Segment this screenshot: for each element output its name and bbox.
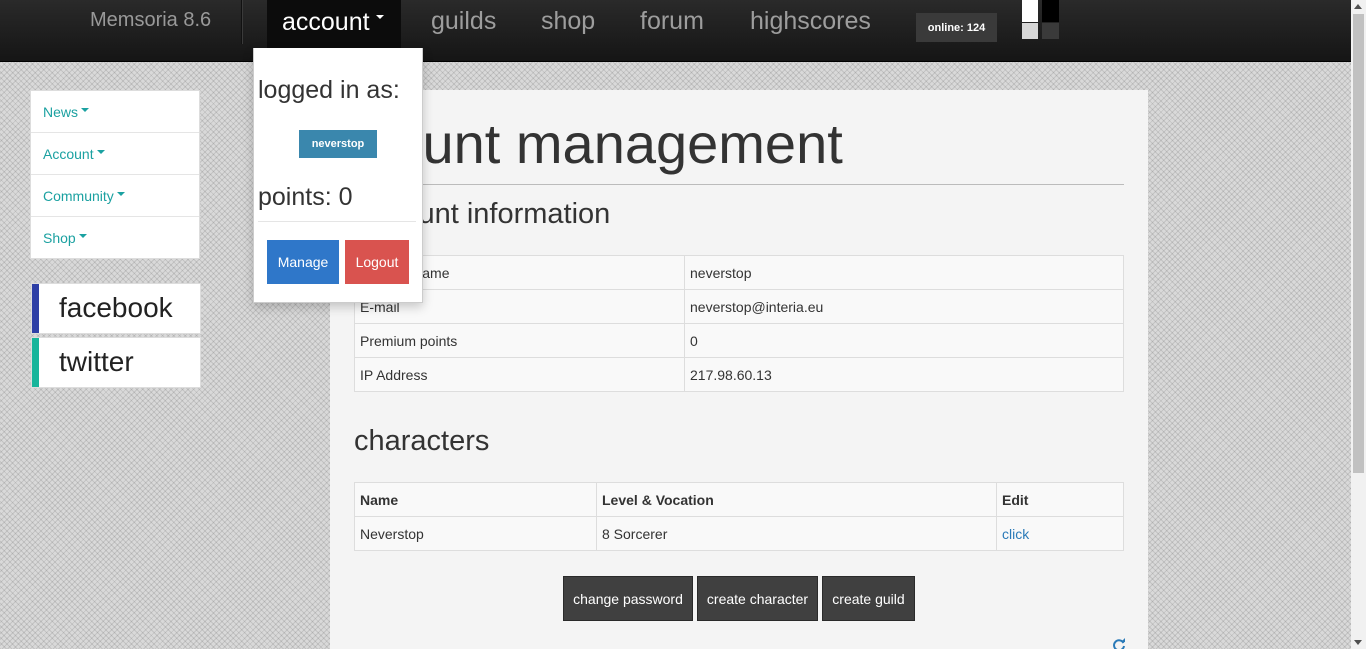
nav-highscores[interactable]: highscores: [750, 7, 871, 36]
dropdown-divider: [258, 221, 416, 222]
refresh-icon[interactable]: [1112, 638, 1126, 649]
manage-button[interactable]: Manage: [267, 240, 339, 284]
info-value: neverstop: [684, 255, 1124, 290]
info-value: neverstop@interia.eu: [684, 289, 1124, 324]
nav-shop[interactable]: shop: [541, 7, 595, 36]
sidebar-item-shop[interactable]: Shop: [31, 217, 199, 259]
facebook-label: facebook: [59, 292, 173, 323]
change-password-button[interactable]: change password: [563, 576, 693, 621]
scroll-up-arrow-icon[interactable]: [1354, 4, 1362, 9]
top-navbar: Memsoria 8.6 account guilds shop forum h…: [0, 0, 1351, 62]
create-guild-button[interactable]: create guild: [822, 576, 915, 621]
table-row: Neverstop 8 Sorcerer click: [354, 516, 1124, 551]
info-label: Premium points: [354, 323, 685, 358]
twitter-label: twitter: [59, 346, 134, 377]
scroll-down-arrow-icon[interactable]: [1354, 640, 1362, 645]
sidebar-menu: News Account Community Shop: [30, 90, 200, 259]
logout-button[interactable]: Logout: [345, 240, 409, 284]
table-row: Account nameneverstop: [354, 255, 1124, 290]
char-name: Neverstop: [354, 516, 597, 551]
facebook-link[interactable]: facebook: [31, 283, 201, 334]
nav-forum[interactable]: forum: [640, 7, 704, 36]
main-content: Account management Account information A…: [330, 90, 1148, 649]
table-row: E-mail neverstop@interia.eu: [354, 289, 1124, 324]
caret-down-icon: [375, 15, 384, 20]
sidebar-item-account[interactable]: Account: [31, 133, 199, 175]
info-value: 217.98.60.13: [684, 357, 1124, 392]
characters-table: Name Level & Vocation Edit Neverstop 8 S…: [354, 482, 1124, 551]
sidebar-item-community[interactable]: Community: [31, 175, 199, 217]
account-info-table: Account nameneverstopE-mailneverstop@int…: [354, 255, 1124, 392]
caret-down-icon: [78, 234, 87, 239]
twitter-link[interactable]: twitter: [31, 337, 201, 388]
col-level-header: Level & Vocation: [596, 482, 997, 517]
facebook-accent-bar: [32, 284, 39, 333]
sidebar-item-label: Shop: [43, 230, 76, 246]
info-label: IP Address: [354, 357, 685, 392]
create-character-button[interactable]: create character: [697, 576, 818, 621]
edit-character-link[interactable]: click: [1002, 526, 1029, 542]
nav-account-label: account: [282, 8, 370, 36]
scroll-thumb[interactable]: [1353, 14, 1364, 473]
page-title: Account management: [354, 114, 1124, 185]
sidebar-item-label: Account: [43, 146, 94, 162]
nav-guilds[interactable]: guilds: [431, 7, 496, 36]
table-row: Premium points 0: [354, 323, 1124, 358]
scrollbar[interactable]: [1351, 0, 1366, 649]
col-name-header: Name: [354, 482, 597, 517]
caret-down-icon: [81, 108, 90, 113]
col-edit-header: Edit: [996, 482, 1124, 517]
sidebar-item-label: News: [43, 104, 79, 120]
navbar-divider: [241, 0, 242, 44]
char-level-vocation: 8 Sorcerer: [596, 516, 997, 551]
caret-down-icon: [116, 192, 125, 197]
nav-account[interactable]: account: [267, 0, 401, 48]
sidebar-item-label: Community: [43, 188, 114, 204]
characters-section-title: characters: [354, 425, 490, 457]
brand-logo[interactable]: Memsoria 8.6: [90, 9, 211, 32]
table-header-row: Name Level & Vocation Edit: [354, 482, 1124, 517]
online-count-badge: online: 124: [916, 13, 997, 42]
sidebar-item-news[interactable]: News: [31, 91, 199, 133]
account-dropdown: logged in as: neverstop points: 0 Manage…: [253, 48, 423, 303]
username-badge: neverstop: [299, 130, 377, 158]
info-value: 0: [684, 323, 1124, 358]
caret-down-icon: [96, 150, 105, 155]
logged-in-label: logged in as:: [258, 76, 400, 104]
twitter-accent-bar: [32, 338, 39, 387]
points-label: points: 0: [258, 183, 353, 211]
table-row: IP Address 217.98.60.13: [354, 357, 1124, 392]
